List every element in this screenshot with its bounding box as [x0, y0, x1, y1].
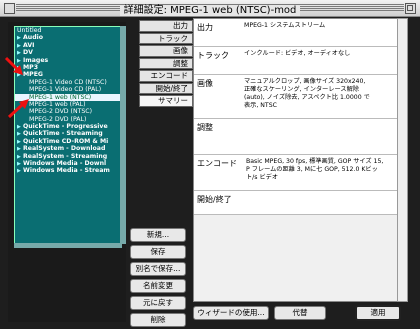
tree-item[interactable]: ▶ QuickTime CD-ROM & Mi	[15, 138, 121, 145]
summary-label: エンコード	[197, 159, 237, 168]
tree-item[interactable]: ▶ Windows Media - Stream	[15, 167, 121, 174]
tree-item[interactable]: ▶ MPEG	[15, 71, 121, 78]
tree-item[interactable]: MPEG-1 Video CD (PAL)	[15, 86, 121, 93]
tab-image[interactable]: 画像	[139, 45, 193, 57]
summary-value: Basic MPEG, 30 fps, 標準画質, GOP サイズ 15, P …	[246, 158, 384, 181]
red-arrow-icon	[7, 99, 29, 119]
summary-label: 出力	[197, 23, 213, 32]
use-wizard-button[interactable]: ウィザードの使用...	[193, 306, 269, 320]
summary-label: 開始/終了	[197, 195, 232, 204]
summary-value: マニュアルクロップ, 画像サイズ 320x240, 正確なスケーリング, インタ…	[244, 78, 370, 109]
tab-track[interactable]: トラック	[139, 32, 193, 44]
save-preset-button[interactable]: 保存	[130, 245, 186, 259]
summary-vertical-scrollbar[interactable]	[397, 18, 408, 302]
tree-item[interactable]: ▶ RealSystem - Streaming	[15, 153, 121, 160]
tree-item-label: Images	[23, 56, 49, 64]
tree-horizontal-scrollbar[interactable]	[14, 243, 122, 248]
tree-item-label: RealSystem - Download	[23, 145, 106, 153]
tree-item-label: QuickTime CD-ROM & Mi	[23, 137, 109, 145]
summary-row-track: トラック インクルード: ビデオ, オーディオなし	[194, 47, 398, 75]
tree-item[interactable]: ▶ DV	[15, 49, 121, 56]
dialog-window: 詳細設定: MPEG-1 web (NTSC)-mod Untitled ▶ Aud…	[0, 0, 420, 329]
settings-tabs: 出力 トラック 画像 調整 エンコード 開始/終了 サマリー	[139, 20, 193, 108]
revert-preset-button[interactable]: 元に戻す	[130, 296, 186, 310]
title-bar[interactable]: 詳細設定: MPEG-1 web (NTSC)-mod	[0, 0, 420, 17]
tree-item-label: MPEG-1 web (PAL)	[29, 100, 86, 108]
tree-item[interactable]: ▶ QuickTime - Streaming	[15, 130, 121, 137]
zoom-box[interactable]	[405, 3, 416, 14]
rename-preset-button[interactable]: 名前変更	[130, 279, 186, 293]
tree-item-label: Audio	[23, 34, 43, 42]
summary-value: MPEG-1 システムストリーム	[244, 22, 326, 29]
summary-panel: 出力 MPEG-1 システムストリーム トラック インクルード: ビデオ, オー…	[193, 18, 399, 302]
summary-row-encode: エンコード Basic MPEG, 30 fps, 標準画質, GOP サイズ …	[194, 155, 398, 191]
tree-item-label: AVI	[23, 41, 35, 49]
tree-item[interactable]: MPEG-1 Video CD (NTSC)	[15, 79, 121, 86]
tree-item[interactable]: Untitled	[15, 27, 121, 34]
tree-item[interactable]: ▶ QuickTime - Progressive	[15, 123, 121, 130]
tree-item-label: RealSystem - Streaming	[23, 152, 108, 160]
cancel-button[interactable]: 代替	[274, 306, 326, 320]
save-as-preset-button[interactable]: 別名で保存...	[130, 262, 186, 276]
tree-item-label: MPEG-2 DVD (PAL)	[29, 115, 87, 123]
summary-label: 画像	[197, 79, 213, 88]
preset-button-group: 新規... 保存 別名で保存... 名前変更 元に戻す 削除	[130, 228, 186, 330]
tree-item-label: MPEG-1 Video CD (PAL)	[29, 86, 102, 94]
tree-item[interactable]: ▶ Audio	[15, 34, 121, 41]
tree-item-label: Windows Media - Downl	[23, 160, 107, 168]
summary-label: 調整	[197, 123, 213, 132]
tree-item[interactable]: ▶ RealSystem - Download	[15, 145, 121, 152]
tab-start-end[interactable]: 開始/終了	[139, 82, 193, 94]
summary-row-image: 画像 マニュアルクロップ, 画像サイズ 320x240, 正確なスケーリング, …	[194, 75, 398, 119]
red-arrow-icon	[4, 56, 23, 75]
new-preset-button[interactable]: 新規...	[130, 228, 186, 242]
tab-output[interactable]: 出力	[139, 20, 193, 32]
summary-row-output: 出力 MPEG-1 システムストリーム	[194, 19, 398, 47]
tree-item-label: MPEG-1 Video CD (NTSC)	[29, 78, 107, 86]
window-title: 詳細設定: MPEG-1 web (NTSC)-mod	[119, 5, 301, 16]
summary-row-start-end: 開始/終了	[194, 191, 398, 215]
summary-value: インクルード: ビデオ, オーディオなし	[244, 50, 351, 57]
tree-item[interactable]: ▶ Windows Media - Downl	[15, 160, 121, 167]
summary-row-adjust: 調整	[194, 119, 398, 155]
tree-item-label: MPEG-1 web (NTSC)	[29, 93, 92, 101]
tree-item-label: Windows Media - Stream	[23, 167, 110, 175]
apply-button[interactable]: 適用	[355, 305, 401, 321]
tree-item-label: MPEG-2 DVD (NTSC)	[29, 108, 93, 116]
summary-label: トラック	[197, 51, 229, 60]
summary-empty-area	[194, 215, 398, 301]
tree-item[interactable]: ▶ AVI	[15, 42, 121, 49]
tab-adjust[interactable]: 調整	[139, 57, 193, 69]
tree-item[interactable]: ▶MP3	[15, 64, 121, 71]
tab-summary[interactable]: サマリー	[139, 95, 193, 107]
tree-item-label: MPEG	[23, 71, 43, 79]
tree-item-label: Untitled	[17, 27, 42, 34]
tab-encode[interactable]: エンコード	[139, 70, 193, 82]
tree-item[interactable]: ▶ Images	[15, 57, 121, 64]
tree-item-label: QuickTime - Streaming	[23, 130, 103, 138]
delete-preset-button[interactable]: 削除	[130, 313, 186, 327]
tree-vertical-scrollbar[interactable]	[120, 26, 126, 244]
preset-tree[interactable]: Untitled▶Audio▶AVI▶DV▶Images▶MP3▶MPEGMPE…	[14, 26, 122, 244]
tree-item-label: QuickTime - Progressive	[23, 123, 108, 131]
